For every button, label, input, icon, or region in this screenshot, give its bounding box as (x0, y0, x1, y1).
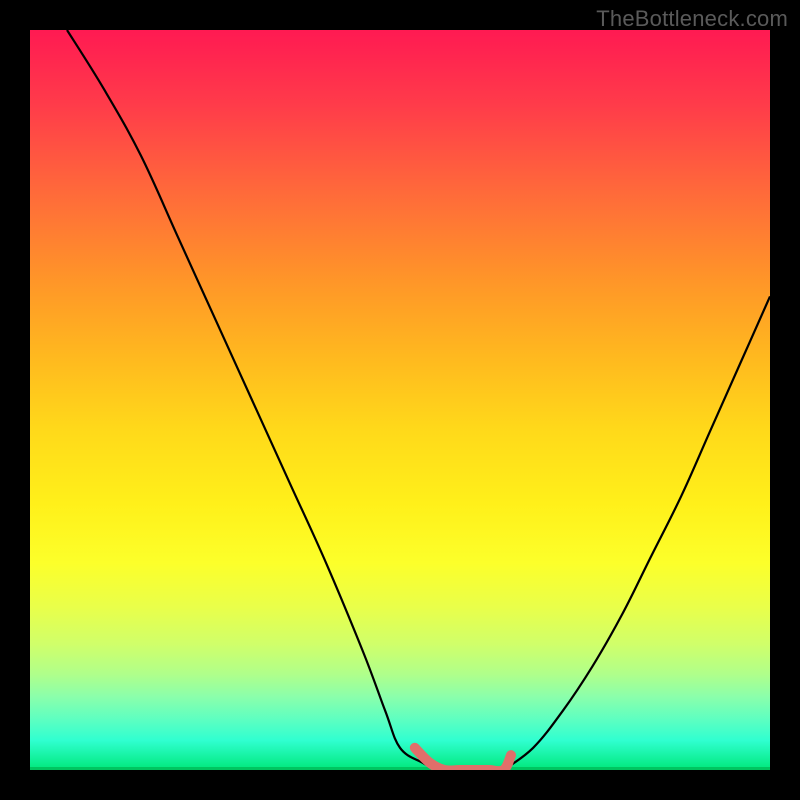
watermark-text: TheBottleneck.com (596, 6, 788, 32)
curve-layer (30, 30, 770, 770)
series-minimum-marker (415, 748, 511, 770)
plot-area (30, 30, 770, 770)
series-right-branch (504, 296, 770, 770)
series-left-branch (67, 30, 437, 770)
chart-stage: TheBottleneck.com (0, 0, 800, 800)
